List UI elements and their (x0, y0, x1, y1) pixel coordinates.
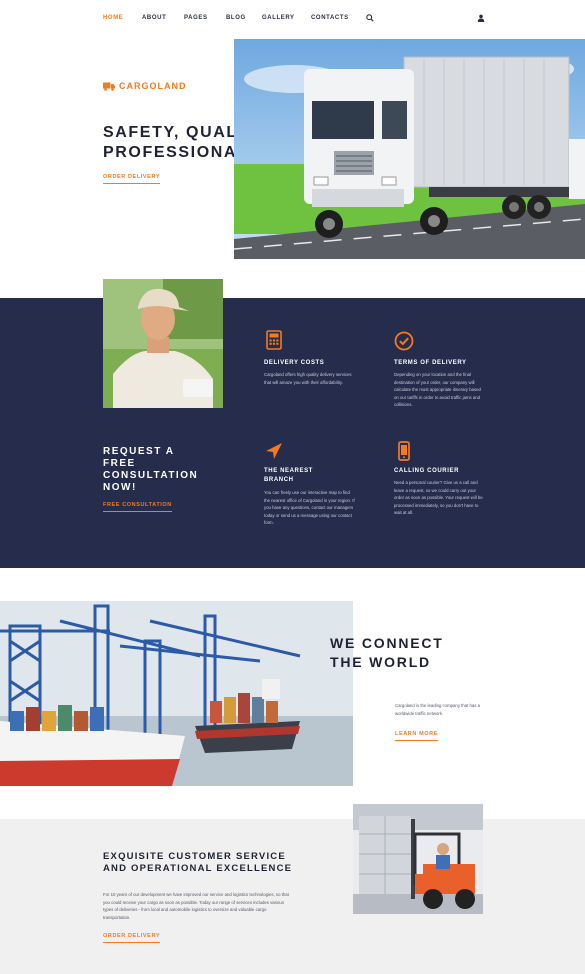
forklift-image (353, 804, 483, 914)
consultation-title-line-3: CONSULTATION (103, 470, 199, 481)
feature-title-line-2: BRANCH (264, 477, 294, 483)
order-delivery-link-bottom[interactable]: ORDER DELIVERY (103, 933, 161, 943)
port-cranes-image (0, 601, 353, 786)
feature-title-terms-of-delivery: TERMS OF DELIVERY (394, 360, 467, 366)
consultation-title: REQUEST A FREE CONSULTATION NOW! (103, 446, 213, 494)
mobile-phone-icon (398, 441, 410, 461)
nav-item-about[interactable]: ABOUT (142, 15, 166, 21)
consultation-title-line-2: FREE (103, 458, 136, 469)
hero-truck-image (234, 39, 585, 259)
features-section (0, 298, 585, 568)
consultation-title-line-1: REQUEST A (103, 446, 175, 457)
feature-text-delivery-costs: Cargoland offers high quality delivery s… (264, 372, 352, 385)
connect-title: WE CONNECT THE WORLD (330, 634, 490, 672)
calculator-icon (266, 330, 282, 350)
feature-title-nearest-branch: THE NEAREST BRANCH (264, 467, 313, 485)
connect-title-line-2: THE WORLD (330, 654, 431, 670)
service-title: EXQUISITE CUSTOMER SERVICE AND OPERATION… (103, 851, 343, 875)
feature-text-terms-of-delivery: Depending on your location and the final… (394, 372, 481, 407)
top-nav: HOME ABOUT PAGES BLOG GALLERY CONTACTS (0, 0, 585, 38)
nav-item-blog[interactable]: BLOG (226, 15, 246, 21)
free-consultation-link[interactable]: FREE CONSULTATION (103, 502, 172, 512)
feature-text-nearest-branch: You can freely use our interactive map t… (264, 490, 355, 525)
service-title-line-1: EXQUISITE CUSTOMER SERVICE (103, 851, 286, 862)
nav-item-contacts[interactable]: CONTACTS (311, 15, 349, 21)
brand-logo[interactable]: CARGOLAND (103, 81, 187, 91)
user-icon[interactable] (477, 14, 485, 22)
search-icon[interactable] (366, 14, 374, 22)
order-delivery-link[interactable]: ORDER DELIVERY (103, 174, 161, 184)
feature-title-delivery-costs: DELIVERY COSTS (264, 360, 325, 366)
connect-title-line-1: WE CONNECT (330, 635, 444, 651)
nav-item-home[interactable]: HOME (103, 15, 123, 21)
check-circle-icon (394, 331, 414, 351)
navigation-arrow-icon (266, 443, 282, 459)
feature-title-line-1: THE NEAREST (264, 468, 313, 474)
nav-item-pages[interactable]: PAGES (184, 15, 208, 21)
brand-name: CARGOLAND (119, 81, 187, 91)
feature-text-calling-courier: Need a personal courier? Give us a call … (394, 480, 483, 515)
service-title-line-2: AND OPERATIONAL EXCELLENCE (103, 863, 293, 874)
service-text: For 10 years of our development we have … (103, 892, 289, 920)
nav-item-gallery[interactable]: GALLERY (262, 15, 295, 21)
truck-logo-icon (103, 82, 115, 91)
courier-photo (103, 279, 223, 408)
consultation-title-line-4: NOW! (103, 482, 137, 493)
feature-title-calling-courier: CALLING COURIER (394, 468, 459, 474)
connect-text: Cargoland is the leading company that ha… (395, 703, 481, 716)
learn-more-link[interactable]: LEARN MORE (395, 731, 438, 741)
